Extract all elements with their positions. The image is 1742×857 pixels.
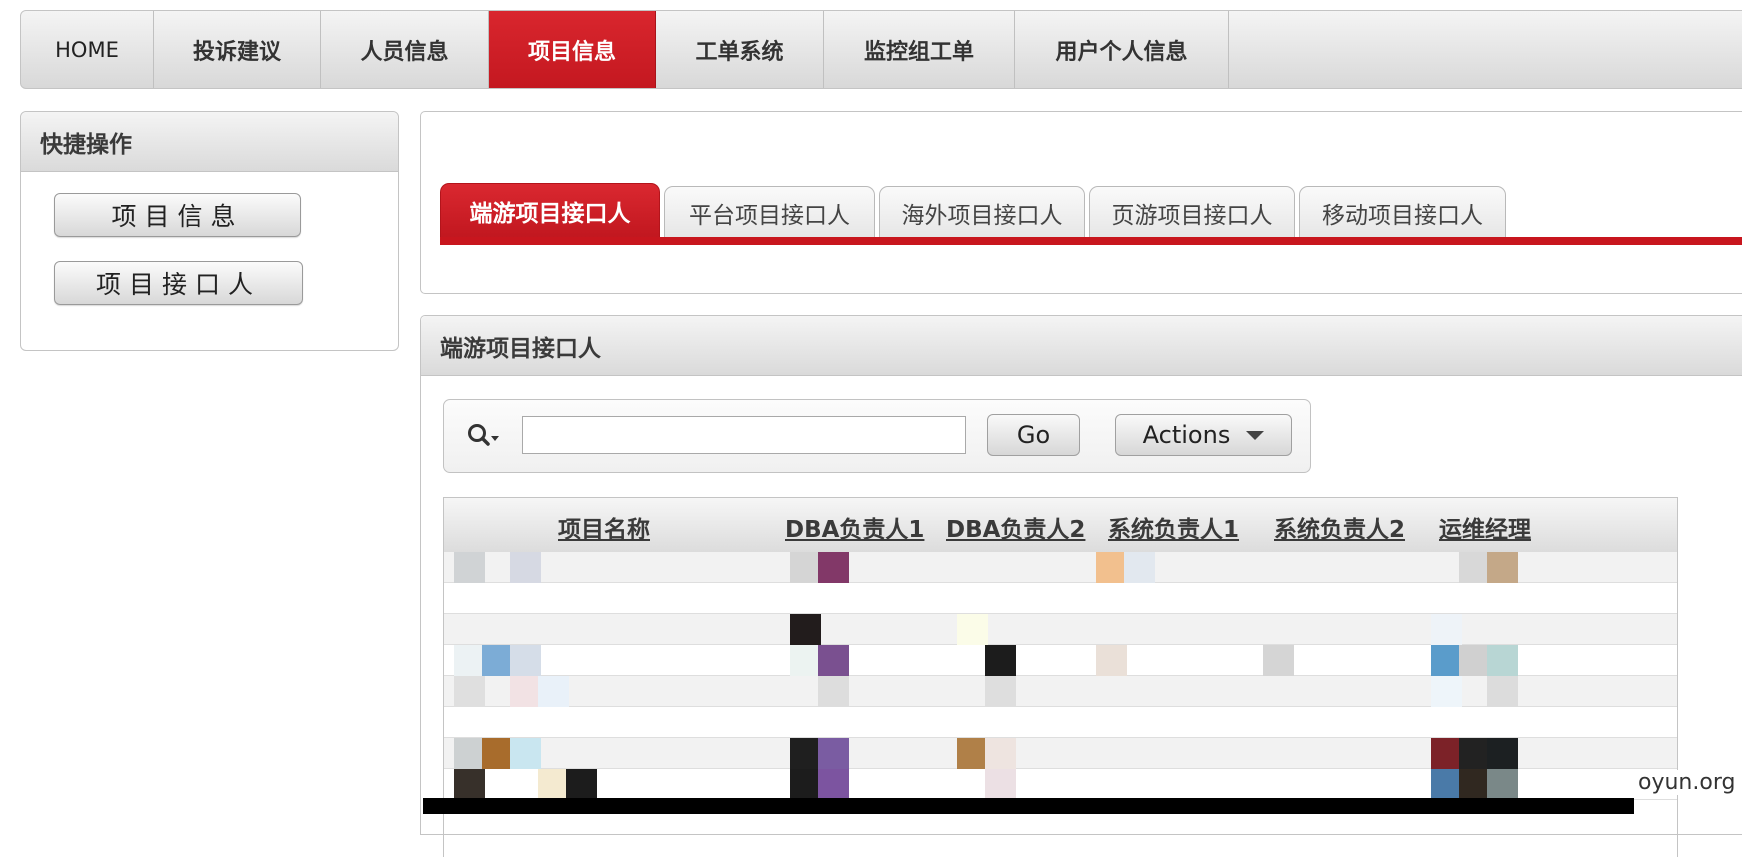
pixelated-cell (1263, 645, 1294, 676)
table-body (444, 552, 1677, 800)
col-header-ops-manager[interactable]: 运维经理 (1439, 510, 1531, 544)
tab-web-game-contacts[interactable]: 页游项目接口人 (1089, 186, 1295, 238)
pixelated-cell (790, 614, 821, 645)
table-row[interactable] (444, 707, 1677, 738)
report-region: 端游项目接口人 Go Actions 项目名称 DBA负责人1 DBA负责人2 … (420, 315, 1742, 857)
table-row[interactable] (444, 552, 1677, 583)
pixelated-cell (1459, 738, 1490, 769)
pixelated-cell (1487, 645, 1518, 676)
pixelated-cell (482, 738, 513, 769)
pixelated-cell (985, 645, 1016, 676)
pixelated-cell (790, 738, 821, 769)
pixelated-cell (818, 769, 849, 800)
pixelated-cell (510, 676, 541, 707)
nav-complaints[interactable]: 投诉建议 (154, 11, 321, 88)
tab-overseas-contacts[interactable]: 海外项目接口人 (879, 186, 1085, 238)
pixelated-cell (1487, 738, 1518, 769)
pixelated-cell (1487, 552, 1518, 583)
tab-strip: 端游项目接口人 平台项目接口人 海外项目接口人 页游项目接口人 移动项目接口人 (440, 183, 1510, 238)
pixelated-cell (538, 769, 569, 800)
pixelated-cell (1459, 645, 1490, 676)
pixelated-cell (1459, 552, 1490, 583)
pixelated-cell (1487, 769, 1518, 800)
table-header-row: 项目名称 DBA负责人1 DBA负责人2 系统负责人1 系统负责人2 运维经理 (444, 498, 1677, 553)
col-header-project-name[interactable]: 项目名称 (558, 510, 650, 544)
pixelated-cell (454, 676, 485, 707)
watermark: oyun.org (1634, 770, 1740, 795)
tab-underline (440, 237, 1742, 245)
pixelated-cell (818, 676, 849, 707)
nav-projects[interactable]: 项目信息 (489, 11, 656, 88)
table-row[interactable] (444, 769, 1677, 800)
pixelated-cell (1431, 614, 1462, 645)
pixelated-cell (1096, 552, 1127, 583)
pixelated-cell (790, 552, 821, 583)
tab-platform-contacts[interactable]: 平台项目接口人 (664, 186, 875, 238)
go-button[interactable]: Go (987, 414, 1080, 456)
pixelated-cell (1431, 769, 1462, 800)
pixelated-cell (1431, 738, 1462, 769)
project-contacts-button[interactable]: 项目接口人 (54, 261, 303, 305)
actions-label: Actions (1142, 421, 1231, 449)
col-header-sys-owner-1[interactable]: 系统负责人1 (1108, 510, 1239, 544)
pixelated-cell (985, 738, 1016, 769)
pixelated-cell (510, 552, 541, 583)
pixelated-cell (790, 645, 821, 676)
pixelated-cell (1096, 645, 1127, 676)
pixelated-cell (957, 614, 988, 645)
pixelated-cell (566, 769, 597, 800)
pixelated-cell (1487, 676, 1518, 707)
table-row[interactable] (444, 614, 1677, 645)
col-header-sys-owner-2[interactable]: 系统负责人2 (1274, 510, 1405, 544)
pixelated-cell (1431, 676, 1462, 707)
pixelated-cell (454, 769, 485, 800)
pixelated-cell (957, 738, 988, 769)
pixelated-cell (790, 769, 821, 800)
pixelated-cell (1431, 645, 1462, 676)
table-row[interactable] (444, 645, 1677, 676)
nav-monitor-workorders[interactable]: 监控组工单 (824, 11, 1015, 88)
chevron-down-icon (1246, 430, 1265, 440)
pixelated-cell (985, 676, 1016, 707)
nav-workorders[interactable]: 工单系统 (656, 11, 824, 88)
redaction-bar (423, 798, 1634, 814)
table-row[interactable] (444, 583, 1677, 614)
table-row[interactable] (444, 738, 1677, 769)
pixelated-cell (454, 552, 485, 583)
quick-ops-panel: 快捷操作 项目信息 项目接口人 (20, 111, 399, 351)
nav-personnel[interactable]: 人员信息 (321, 11, 489, 88)
col-header-dba-owner-1[interactable]: DBA负责人1 (785, 510, 924, 544)
tab-mobile-contacts[interactable]: 移动项目接口人 (1299, 186, 1506, 238)
search-input[interactable] (522, 416, 966, 454)
quick-ops-title: 快捷操作 (21, 112, 398, 172)
pixelated-cell (1459, 769, 1490, 800)
search-bar: Go Actions (443, 399, 1311, 473)
pixelated-cell (818, 552, 849, 583)
actions-menu-button[interactable]: Actions (1115, 414, 1292, 456)
pixelated-cell (985, 769, 1016, 800)
nav-user-profile[interactable]: 用户个人信息 (1015, 11, 1229, 88)
col-header-dba-owner-2[interactable]: DBA负责人2 (946, 510, 1085, 544)
pixelated-cell (510, 645, 541, 676)
pixelated-cell (482, 645, 513, 676)
pixelated-cell (510, 738, 541, 769)
report-title: 端游项目接口人 (421, 316, 1742, 376)
pixelated-cell (538, 676, 569, 707)
project-info-button[interactable]: 项目信息 (54, 193, 301, 237)
pixelated-cell (454, 645, 485, 676)
pixelated-cell (818, 738, 849, 769)
tabs-region: 端游项目接口人 平台项目接口人 海外项目接口人 页游项目接口人 移动项目接口人 (420, 111, 1742, 294)
pixelated-cell (818, 645, 849, 676)
table-row[interactable] (444, 676, 1677, 707)
search-icon[interactable] (466, 422, 500, 450)
pixelated-cell (454, 738, 485, 769)
pixelated-cell (1124, 552, 1155, 583)
tab-pc-game-contacts[interactable]: 端游项目接口人 (440, 183, 660, 238)
top-navigation: HOME 投诉建议 人员信息 项目信息 工单系统 监控组工单 用户个人信息 (20, 10, 1742, 89)
nav-home[interactable]: HOME (21, 11, 154, 88)
